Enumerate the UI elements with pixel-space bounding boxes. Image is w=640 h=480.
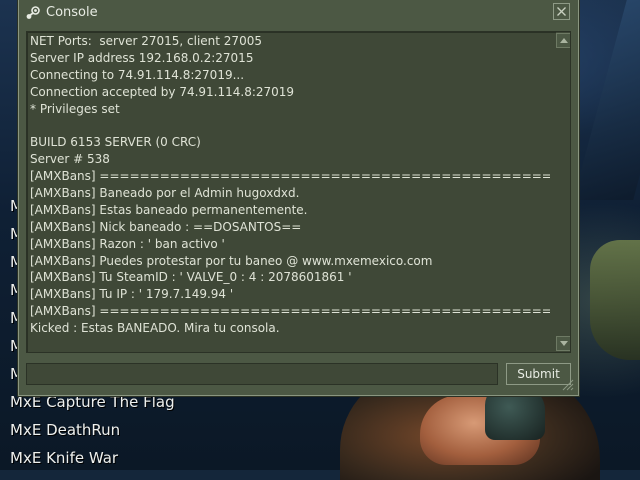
vertical-scrollbar[interactable]: [556, 32, 570, 352]
console-line: [AMXBans] ==============================…: [30, 304, 550, 319]
close-icon: [557, 7, 566, 16]
console-line: [AMXBans] Tu IP : ' 179.7.149.94 ': [30, 287, 234, 302]
console-line: [AMXBans] Nick baneado : ==DOSANTOS==: [30, 219, 302, 234]
console-line: [AMXBans] ==============================…: [30, 169, 550, 184]
console-line: [AMXBans] Tu SteamID : ' VALVE_0 : 4 : 2…: [30, 270, 352, 285]
arrow-up-icon: [560, 38, 568, 43]
console-line: Kicked : Estas BANEADO. Mira tu consola.: [30, 321, 280, 336]
console-line: Server IP address 192.168.0.2:27015: [30, 50, 254, 65]
console-line: Connecting to 74.91.114.8:27019...: [30, 67, 245, 82]
console-line: * Privileges set: [30, 101, 120, 116]
resize-grip-icon[interactable]: [560, 377, 574, 391]
command-input[interactable]: [26, 363, 498, 385]
console-output[interactable]: NET Ports: server 27015, client 27005 Ser…: [26, 31, 571, 353]
scroll-down-button[interactable]: [556, 336, 570, 351]
background-art-figure: [590, 240, 640, 360]
console-line: Server # 538: [30, 152, 110, 167]
console-line: BUILD 6153 SERVER (0 CRC): [30, 135, 201, 150]
steam-icon: [26, 6, 40, 19]
server-item-knife-war[interactable]: MxE Knife War: [10, 449, 118, 467]
title-bar[interactable]: Console: [19, 0, 578, 26]
console-line: [AMXBans] Baneado por el Admin hugoxdxd.: [30, 186, 300, 201]
background-art-cape: [573, 0, 640, 200]
window-title: Console: [46, 5, 98, 20]
scroll-up-button[interactable]: [556, 33, 570, 48]
arrow-down-icon: [560, 341, 568, 346]
server-item-deathrun[interactable]: MxE DeathRun: [10, 421, 120, 439]
console-line: [AMXBans] Razon : ' ban activo ': [30, 236, 225, 251]
console-log-lines: NET Ports: server 27015, client 27005 Ser…: [30, 33, 550, 337]
console-line: NET Ports: server 27015, client 27005: [30, 34, 262, 48]
console-line: [AMXBans] Estas baneado permanentemente.: [30, 202, 308, 217]
console-line: Connection accepted by 74.91.114.8:27019: [30, 84, 295, 99]
console-window: Console NET Ports: server 27015, client …: [18, 0, 579, 396]
close-button[interactable]: [553, 3, 570, 20]
console-line: [AMXBans] Puedes protestar por tu baneo …: [30, 253, 433, 268]
